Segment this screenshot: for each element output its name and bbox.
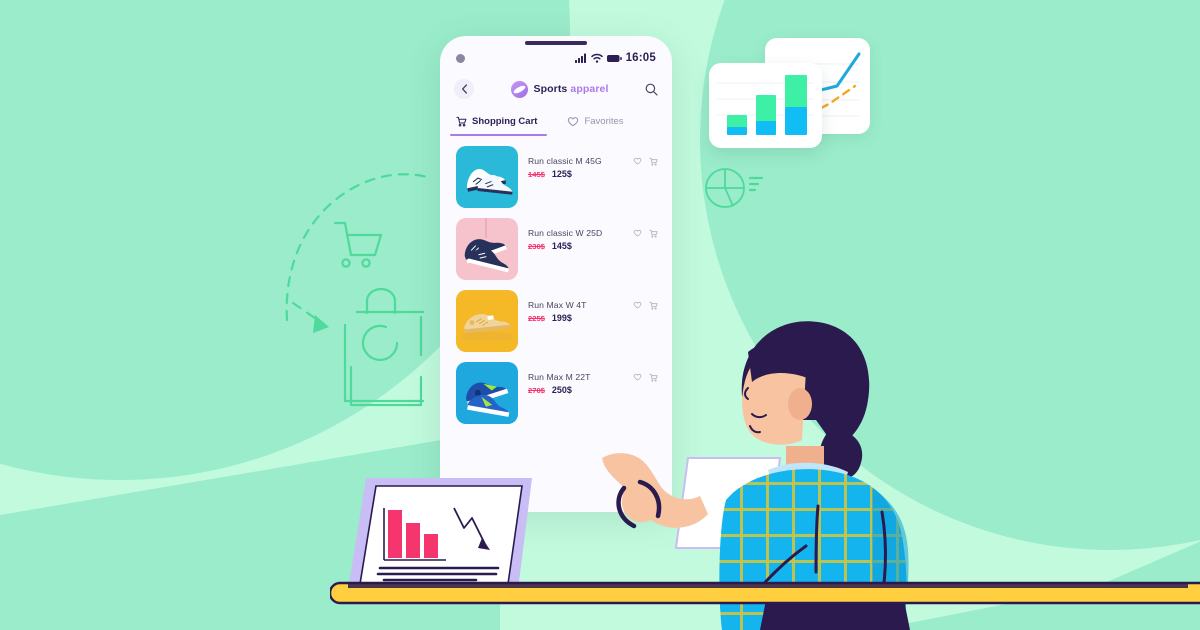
- phone-speaker: [525, 41, 587, 45]
- bar-2-lower: [756, 121, 776, 135]
- cart-icon: [456, 116, 467, 126]
- phone-status-bar: 16:05: [440, 49, 672, 67]
- bar-3-lower: [785, 107, 807, 135]
- product-new-price: 199$: [551, 313, 572, 323]
- product-old-price: 145$: [528, 170, 545, 179]
- brand-secondary: apparel: [570, 83, 609, 95]
- brand: Sports apparel: [510, 80, 609, 98]
- brand-title: Sports apparel: [534, 83, 609, 95]
- pointing-hand-icon: [602, 453, 708, 529]
- product-prices: 230$ 145$: [528, 241, 633, 251]
- heart-icon: [568, 116, 579, 126]
- product-thumbnail: [456, 290, 518, 352]
- product-info: Run classic W 25D 230$ 145$: [518, 218, 633, 251]
- ear: [788, 388, 812, 420]
- shopping-bag-line-icon: [343, 287, 425, 407]
- product-actions: [633, 218, 658, 238]
- status-bar-clock: 16:05: [625, 52, 656, 64]
- white-sneakers-image: [466, 169, 513, 195]
- heart-outline-icon[interactable]: [633, 157, 642, 165]
- product-thumbnail: [456, 362, 518, 424]
- product-old-price: 270$: [528, 386, 545, 395]
- wifi-icon: [590, 53, 603, 63]
- product-info: Run classic M 45G 145$ 125$: [518, 146, 633, 179]
- heart-outline-icon[interactable]: [633, 229, 642, 237]
- product-new-price: 125$: [551, 169, 572, 179]
- cellular-signal-icon: [574, 53, 586, 63]
- back-button[interactable]: [454, 79, 474, 99]
- bar-1-lower: [727, 127, 747, 135]
- tab-label: Shopping Cart: [472, 115, 538, 127]
- app-header: Sports apparel: [440, 74, 672, 104]
- illustration-stage: 16:05 Sports apparel Shopping Cart Favor…: [0, 0, 1200, 630]
- bar-2-upper: [756, 95, 776, 123]
- arrow-head-icon: [313, 315, 329, 333]
- floating-bar-chart-card: [709, 63, 822, 148]
- brand-primary: Sports: [533, 83, 568, 95]
- product-actions: [633, 146, 658, 166]
- tab-bar: Shopping Cart Favorites: [440, 108, 672, 136]
- front-camera-dot: [456, 53, 465, 63]
- battery-icon: [606, 54, 622, 62]
- shopping-cart-line-icon: [333, 221, 383, 268]
- tab-shopping-cart[interactable]: Shopping Cart: [449, 108, 548, 136]
- sports-apparel-logo-icon: [510, 80, 528, 98]
- product-name: Run classic W 25D: [528, 228, 603, 238]
- bar-3-upper: [785, 75, 807, 111]
- dashed-curved-arrow-icon: [285, 173, 429, 322]
- product-thumbnail: [456, 218, 518, 280]
- tab-favorites[interactable]: Favorites: [567, 108, 624, 134]
- blue-green-sneakers-image: [466, 382, 510, 417]
- product-name: Run classic M 45G: [528, 156, 602, 166]
- cart-outline-icon[interactable]: [649, 157, 658, 166]
- tab-label: Favorites: [584, 115, 624, 127]
- pie-chart-outline-icon: [705, 168, 764, 208]
- product-row[interactable]: Run classic M 45G 145$ 125$: [440, 140, 672, 212]
- desk: [330, 581, 1200, 605]
- product-old-price: 225$: [528, 314, 545, 323]
- cart-outline-icon[interactable]: [649, 229, 658, 238]
- product-thumbnail: [456, 146, 518, 208]
- chevron-left-icon: [461, 84, 467, 94]
- navy-sneakers-image: [464, 218, 510, 273]
- product-new-price: 145$: [551, 241, 572, 251]
- product-new-price: 250$: [551, 385, 572, 395]
- decor-lineart-group: [285, 173, 429, 407]
- yellow-sneakers-image: [462, 314, 512, 340]
- product-prices: 145$ 125$: [528, 169, 633, 179]
- product-old-price: 230$: [528, 242, 545, 251]
- product-row[interactable]: Run classic W 25D 230$ 145$: [440, 212, 672, 284]
- search-icon[interactable]: [645, 83, 658, 96]
